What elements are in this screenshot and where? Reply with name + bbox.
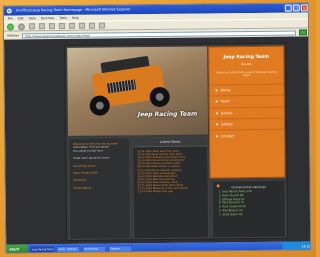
- go-button[interactable]: [298, 29, 308, 36]
- web-page: Jeep Racing Team Jeep Racing Team Events…: [64, 42, 289, 241]
- nav-label: Team: [220, 99, 230, 104]
- stop-icon[interactable]: [28, 23, 35, 30]
- nav-label: Contact: [221, 133, 235, 138]
- nav-label: Events: [220, 110, 233, 116]
- window-title: Unofficial Jeep Racing Team Homepage - M…: [15, 7, 131, 13]
- search-icon[interactable]: [58, 22, 65, 30]
- hero-image: Jeep Racing Team: [67, 46, 209, 136]
- refresh-icon[interactable]: [38, 23, 45, 30]
- standings-column: Championship standings 1. Jeep Racing Te…: [211, 179, 287, 239]
- taskbar-item[interactable]: Explorer: [108, 244, 133, 253]
- taskbar-item[interactable]: Document1: [82, 245, 107, 253]
- nav-item-team[interactable]: Team: [209, 94, 284, 108]
- nav-label: Home: [220, 88, 231, 93]
- sidebar-subtitle: Events: [241, 62, 252, 67]
- minimize-button[interactable]: _: [284, 4, 292, 12]
- news-item[interactable]: 12.01.2004 Happy new year: [138, 190, 204, 194]
- sidebar-nav: Home Team Events Gallery Contact: [209, 83, 285, 142]
- window-controls: _ □ ×: [284, 4, 308, 12]
- nav-item-events[interactable]: Events: [209, 106, 284, 119]
- close-button[interactable]: ×: [300, 4, 308, 12]
- taskbar-item[interactable]: Jeep Racing Team: [30, 245, 55, 253]
- print-icon[interactable]: [98, 22, 105, 29]
- sidebar-title: Jeep Racing Team: [223, 54, 270, 61]
- back-icon[interactable]: [6, 22, 14, 31]
- nav-label: Gallery: [220, 122, 234, 127]
- news-column: Latest News 05.04.2004 Team wins first r…: [132, 136, 210, 240]
- bullet-icon: [216, 134, 219, 137]
- nav-item-gallery[interactable]: Gallery: [209, 117, 285, 130]
- address-label: Address: [7, 33, 19, 38]
- hero-caption: Jeep Racing Team: [137, 110, 198, 119]
- mail-icon[interactable]: [88, 22, 95, 29]
- truck-wheel: [89, 95, 110, 116]
- home-icon[interactable]: [48, 23, 55, 30]
- history-icon[interactable]: [78, 22, 85, 29]
- intro-column: Welcome to the Jeep racing team homepage…: [68, 137, 132, 240]
- nav-item-contact[interactable]: Contact: [210, 128, 285, 142]
- page-viewport: Jeep Racing Team Jeep Racing Team Events…: [4, 36, 312, 245]
- system-clock: 14:32: [282, 241, 312, 252]
- intro-link[interactable]: Photo gallery: [74, 186, 126, 190]
- browser-window: Unofficial Jeep Racing Team Homepage - M…: [2, 2, 312, 254]
- forward-icon[interactable]: [17, 22, 25, 30]
- bullet-icon: [215, 123, 218, 126]
- browser-icon: [6, 8, 12, 14]
- truck-wheel: [149, 86, 170, 108]
- bullet-icon: [215, 89, 218, 92]
- bullet-icon: [215, 112, 218, 115]
- start-button[interactable]: start: [6, 244, 29, 254]
- bullet-icon: [216, 184, 220, 188]
- bullet-icon: [215, 100, 218, 103]
- nav-item-home[interactable]: Home: [209, 83, 284, 96]
- sidebar-panel: Jeep Racing Team Events Welcome to the h…: [208, 45, 286, 179]
- favorites-icon[interactable]: [68, 22, 75, 29]
- maximize-button[interactable]: □: [292, 4, 300, 12]
- standings-row: 7. Sand Storm 40: [218, 211, 243, 217]
- sidebar-text: Welcome to the home page of the Jeep Rac…: [216, 70, 277, 78]
- taskbar-item[interactable]: Inbox - Outlook: [56, 245, 81, 253]
